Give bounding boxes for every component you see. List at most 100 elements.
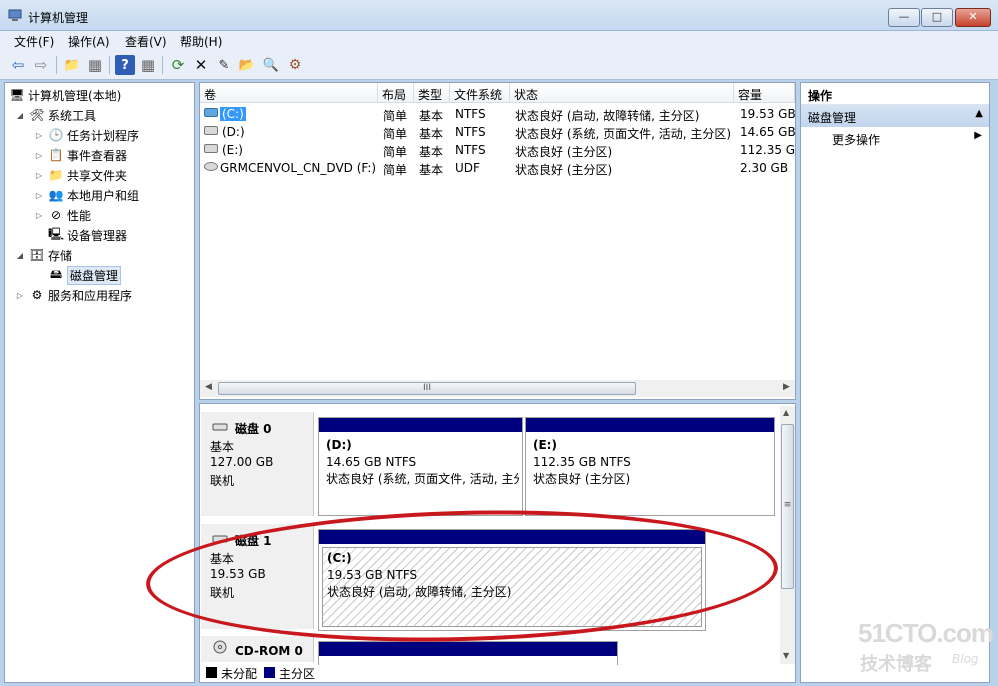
tree-item-task-scheduler[interactable]: ▷ 🕒 任务计划程序	[34, 126, 139, 144]
tree-item-label: 计算机管理(本地)	[28, 88, 122, 103]
column-header-status[interactable]: 状态	[510, 83, 734, 103]
help-icon[interactable]: ?	[115, 55, 135, 75]
volume-capacity: 19.53 GB	[740, 107, 795, 121]
collapse-up-icon[interactable]: ▲	[975, 108, 983, 119]
tree-item-shared-folders[interactable]: ▷ 📁 共享文件夹	[34, 166, 127, 184]
watermark-blog: Blog	[952, 652, 979, 666]
volume-layout: 简单	[383, 163, 408, 177]
volume-type: 基本	[419, 145, 444, 159]
refresh-icon[interactable]: ⟳	[168, 55, 188, 75]
volume-name: (C:)	[220, 107, 246, 121]
table-row[interactable]: (C:) 简单 基本 NTFS 状态良好 (启动, 故障转储, 主分区) 19.…	[200, 105, 795, 123]
dvd-drive-icon	[204, 162, 218, 171]
primary-partition-bar	[526, 418, 774, 432]
legend: 未分配 主分区	[202, 665, 792, 681]
tree-item-label: 设备管理器	[67, 228, 128, 243]
open-icon[interactable]: 📂	[237, 55, 257, 75]
show-hide-action-icon[interactable]: ▦	[138, 55, 158, 75]
scroll-thumb[interactable]: III	[218, 382, 636, 395]
back-icon[interactable]: ⇦	[8, 55, 28, 75]
tree-item-device-manager[interactable]: 🖳 设备管理器	[34, 226, 127, 244]
partition-e[interactable]: (E:) 112.35 GB NTFS 状态良好 (主分区)	[525, 417, 775, 516]
maximize-button[interactable]: □	[921, 8, 953, 27]
column-header-capacity[interactable]: 容量	[734, 83, 795, 103]
scroll-thumb[interactable]: ≡	[781, 424, 794, 589]
expand-icon[interactable]: ▷	[15, 291, 25, 300]
properties-icon[interactable]: ✎	[214, 55, 234, 75]
show-hide-tree-icon[interactable]: ▦	[85, 55, 105, 75]
partition-cdrom[interactable]	[318, 641, 618, 665]
tree-item-services-applications[interactable]: ▷ ⚙ 服务和应用程序	[15, 286, 132, 304]
tree-item-label: 本地用户和组	[67, 188, 140, 203]
scroll-down-icon[interactable]: ▼	[783, 651, 789, 660]
tree-item-system-tools[interactable]: ◢ 🛠 系统工具	[15, 106, 96, 124]
navigation-tree[interactable]: 🖥 计算机管理(本地) ◢ 🛠 系统工具 ▷ 🕒 任务计划程序 ▷ 📋 事件查看…	[4, 82, 195, 683]
scroll-left-icon[interactable]: ◀	[205, 382, 212, 392]
delete-icon[interactable]: ✕	[191, 55, 211, 75]
menu-action[interactable]: 操作(A)	[68, 33, 110, 50]
expand-icon[interactable]: ▷	[34, 211, 44, 220]
scroll-right-icon[interactable]: ▶	[783, 382, 790, 392]
tree-item-label: 磁盘管理	[67, 265, 122, 285]
menu-file[interactable]: 文件(F)	[14, 33, 54, 50]
menu-view[interactable]: 查看(V)	[125, 33, 167, 50]
expand-icon[interactable]: ▷	[34, 171, 44, 180]
partition-label: (C:)	[327, 551, 352, 565]
tree-item-storage[interactable]: ◢ 🗄 存储	[15, 246, 72, 264]
legend-primary: 主分区	[279, 667, 316, 681]
computer-management-icon	[8, 9, 22, 21]
column-header-type[interactable]: 类型	[414, 83, 450, 103]
menu-help[interactable]: 帮助(H)	[180, 33, 222, 50]
volume-type: 基本	[419, 163, 444, 177]
forward-icon[interactable]: ⇨	[31, 55, 51, 75]
column-header-layout[interactable]: 布局	[378, 83, 414, 103]
actions-section-disk-management[interactable]: 磁盘管理 ▲	[801, 105, 989, 127]
tree-item-disk-management[interactable]: 🖴 磁盘管理	[34, 265, 122, 285]
disk-graphical-view[interactable]: 磁盘 0 基本 127.00 GB 联机 (D:) 14.65 GB NTFS …	[199, 403, 796, 683]
partition-d[interactable]: (D:) 14.65 GB NTFS 状态良好 (系统, 页面文件, 活动, 主…	[318, 417, 523, 516]
settings-icon[interactable]: ⚙	[285, 55, 305, 75]
search-icon[interactable]: 🔍	[261, 55, 281, 75]
collapse-icon[interactable]: ◢	[15, 251, 25, 260]
partition-size: 19.53 GB NTFS	[327, 568, 418, 582]
table-row[interactable]: (E:) 简单 基本 NTFS 状态良好 (主分区) 112.35 GB	[200, 141, 795, 159]
tree-item-label: 任务计划程序	[67, 128, 140, 143]
up-icon[interactable]: 📁	[62, 55, 82, 75]
scroll-up-icon[interactable]: ▲	[783, 408, 789, 417]
minimize-button[interactable]: —	[888, 8, 920, 27]
disk-icon	[212, 535, 228, 543]
disk-0-info[interactable]: 磁盘 0 基本 127.00 GB 联机	[201, 412, 314, 516]
volume-filesystem: NTFS	[455, 107, 486, 121]
primary-partition-bar	[319, 530, 705, 544]
table-row[interactable]: GRMCENVOL_CN_DVD (F:) 简单 基本 UDF 状态良好 (主分…	[200, 159, 795, 177]
more-actions-item[interactable]: 更多操作 ▶	[801, 127, 989, 149]
horizontal-scrollbar[interactable]: ◀ III ▶	[200, 380, 795, 397]
tree-item-computer-management[interactable]: 🖥 计算机管理(本地)	[9, 86, 121, 104]
volume-filesystem: NTFS	[455, 125, 486, 139]
column-header-volume[interactable]: 卷	[200, 83, 378, 103]
volume-name: GRMCENVOL_CN_DVD (F:)	[220, 161, 377, 175]
tree-item-performance[interactable]: ▷ ⊘ 性能	[34, 206, 91, 224]
volume-type: 基本	[419, 127, 444, 141]
volume-list[interactable]: 卷 布局 类型 文件系统 状态 容量 (C:) 简单 基本 NTFS 状态良好 …	[199, 82, 796, 400]
tree-item-event-viewer[interactable]: ▷ 📋 事件查看器	[34, 146, 127, 164]
expand-icon[interactable]: ▷	[34, 191, 44, 200]
close-button[interactable]: ✕	[955, 8, 991, 27]
disk-1-info[interactable]: 磁盘 1 基本 19.53 GB 联机	[201, 524, 314, 629]
volume-layout: 简单	[383, 145, 408, 159]
vertical-scrollbar[interactable]: ▲ ≡ ▼	[780, 406, 795, 664]
tree-item-local-users-groups[interactable]: ▷ 👥 本地用户和组	[34, 186, 139, 204]
expand-icon[interactable]: ▷	[34, 131, 44, 140]
partition-c[interactable]: (C:) 19.53 GB NTFS 状态良好 (启动, 故障转储, 主分区)	[318, 529, 706, 631]
drive-icon	[204, 108, 218, 117]
collapse-icon[interactable]: ◢	[15, 111, 25, 120]
services-icon: ⚙	[31, 288, 43, 302]
expand-icon[interactable]: ▷	[34, 151, 44, 160]
title-bar: 计算机管理 — □ ✕	[0, 0, 998, 31]
volume-filesystem: NTFS	[455, 143, 486, 157]
column-header-filesystem[interactable]: 文件系统	[450, 83, 510, 103]
cdrom-0-info[interactable]: CD-ROM 0	[201, 636, 314, 662]
event-log-icon: 📋	[48, 148, 64, 162]
table-row[interactable]: (D:) 简单 基本 NTFS 状态良好 (系统, 页面文件, 活动, 主分区)…	[200, 123, 795, 141]
partition-size: 112.35 GB NTFS	[533, 455, 631, 469]
